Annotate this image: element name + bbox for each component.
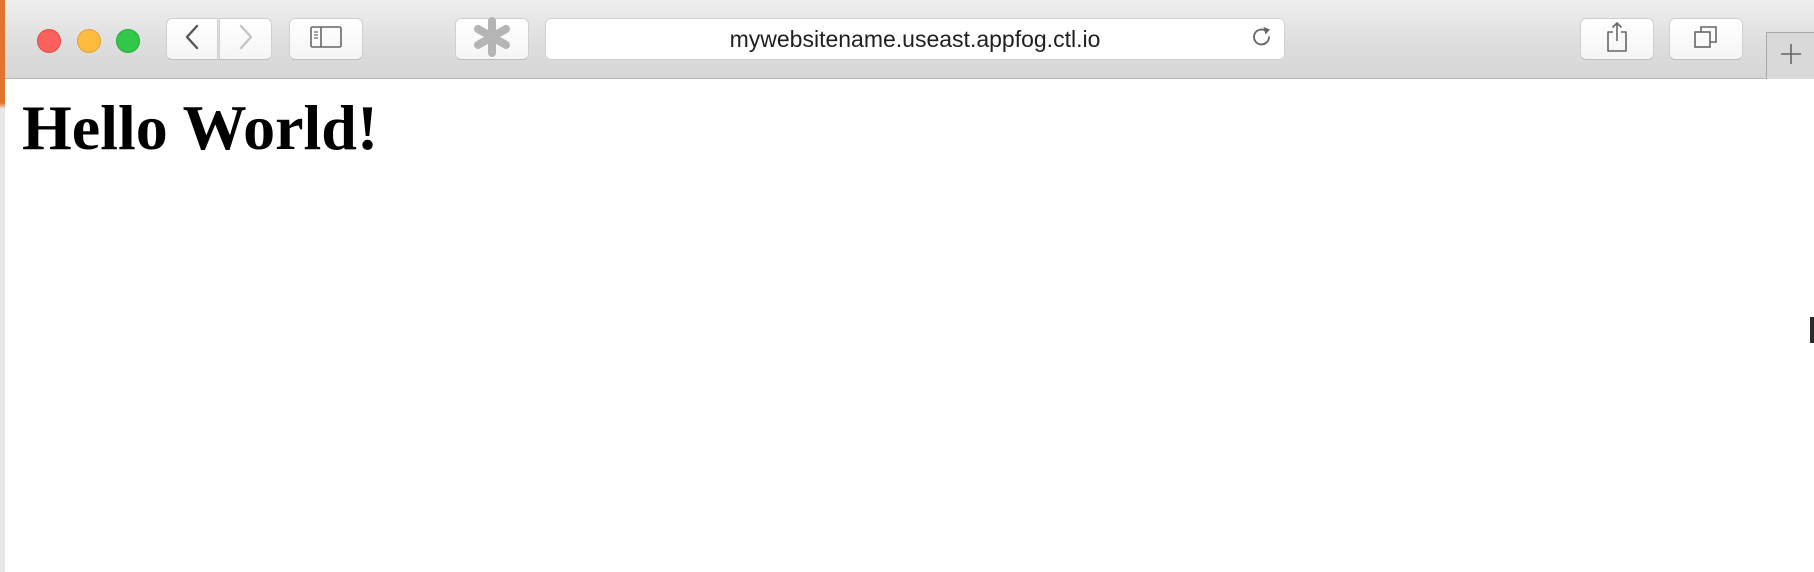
new-tab-button[interactable] [1766, 32, 1814, 80]
page-heading: Hello World! [22, 92, 379, 163]
share-button[interactable] [1580, 18, 1654, 60]
minimize-window-button[interactable] [77, 29, 101, 53]
page-content: Hello World! [5, 79, 1814, 572]
plus-icon [1779, 42, 1803, 71]
back-button[interactable] [166, 18, 218, 60]
address-url: mywebsitename.useast.appfog.ctl.io [729, 26, 1101, 52]
reload-icon [1250, 25, 1274, 54]
address-bar[interactable]: mywebsitename.useast.appfog.ctl.io [545, 18, 1285, 60]
chevron-right-icon [238, 24, 254, 55]
extension-button[interactable] [455, 16, 529, 62]
share-icon [1604, 21, 1630, 58]
tabs-overview-button[interactable] [1669, 18, 1743, 60]
reload-button[interactable] [1250, 25, 1274, 54]
browser-toolbar: mywebsitename.useast.appfog.ctl.io [5, 0, 1814, 79]
maximize-window-button[interactable] [116, 29, 140, 53]
tabs-overview-icon [1693, 24, 1719, 55]
close-window-button[interactable] [37, 29, 61, 53]
window-resize-edge[interactable] [1810, 317, 1814, 343]
forward-button[interactable] [219, 18, 272, 60]
sidebar-icon [310, 25, 342, 53]
chevron-left-icon [184, 24, 200, 55]
browser-window: mywebsitename.useast.appfog.ctl.io Hello… [0, 0, 1814, 572]
asterisk-icon [472, 16, 512, 62]
sidebar-toggle-button[interactable] [289, 18, 363, 60]
